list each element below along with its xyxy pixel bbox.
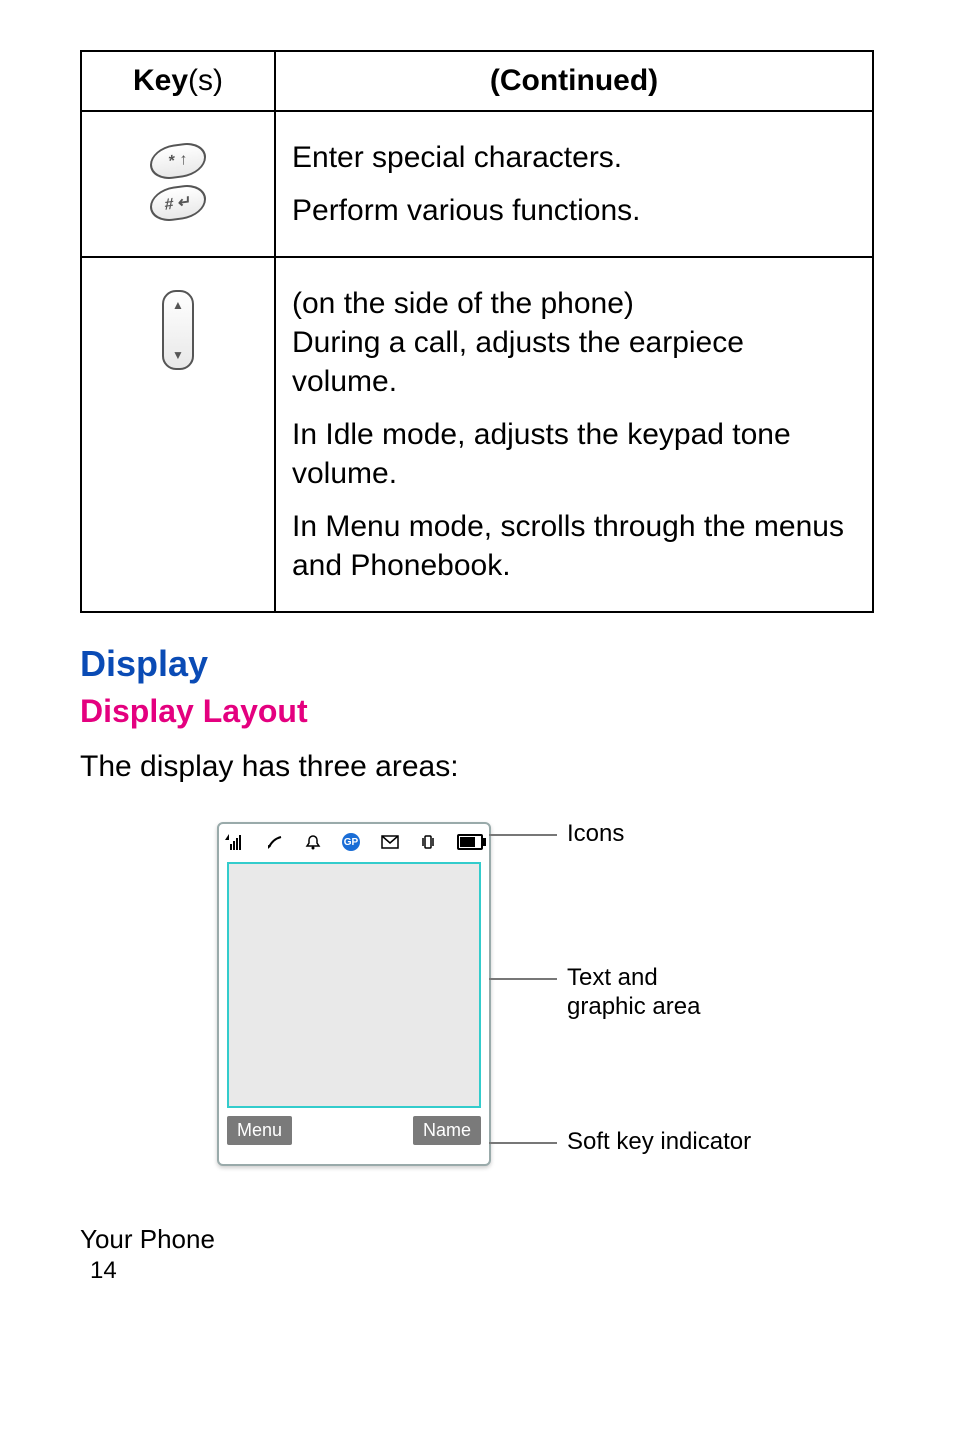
chevron-down-icon: ▼ (172, 348, 184, 362)
alarm-icon (305, 834, 321, 850)
desc-text: In Menu mode, scrolls through the menus … (292, 507, 856, 585)
header-key-paren: (s) (188, 64, 223, 97)
table-header-row: Key(s) (Continued) (81, 51, 873, 111)
desc-text: (on the side of the phone) During a call… (292, 284, 856, 401)
manual-page: Key(s) (Continued) * ↑ # ↵ Enter special… (0, 0, 954, 1315)
desc-text: Enter special characters. (292, 138, 856, 177)
desc-cell-star-hash: Enter special characters. Perform variou… (275, 111, 873, 257)
key-cell-star-hash: * ↑ # ↵ (81, 111, 275, 257)
header-continued: (Continued) (275, 51, 873, 111)
message-icon (381, 835, 399, 849)
key-icons-group: * ↑ # ↵ (98, 144, 258, 220)
intro-text: The display has three areas: (80, 750, 874, 784)
status-icon-row: GP (219, 824, 489, 860)
header-key: Key(s) (81, 51, 275, 111)
battery-icon (457, 834, 483, 850)
lead-line (489, 834, 557, 836)
gprs-icon: GP (342, 833, 360, 851)
page-number: 14 (90, 1257, 874, 1285)
softkey-row: Menu Name (219, 1110, 489, 1151)
key-icons-group: ▲ ▼ (98, 290, 258, 370)
lead-line (489, 978, 557, 980)
softkey-left: Menu (227, 1116, 292, 1145)
header-key-bold: Key (133, 64, 188, 97)
page-footer: Your Phone 14 (80, 1224, 874, 1285)
lead-line (489, 1142, 557, 1144)
desc-text: In Idle mode, adjusts the keypad tone vo… (292, 415, 856, 493)
table-row: * ↑ # ↵ Enter special characters. Perfor… (81, 111, 873, 257)
hash-key-icon: # ↵ (150, 182, 206, 224)
text-graphic-area (227, 862, 481, 1108)
call-divert-icon (266, 834, 284, 850)
chevron-up-icon: ▲ (172, 298, 184, 312)
table-row: ▲ ▼ (on the side of the phone) During a … (81, 257, 873, 612)
vibrate-icon (420, 834, 436, 850)
label-icons: Icons (567, 820, 624, 848)
section-name: Your Phone (80, 1224, 874, 1255)
key-cell-volume: ▲ ▼ (81, 257, 275, 612)
key-functions-table: Key(s) (Continued) * ↑ # ↵ Enter special… (80, 50, 874, 613)
volume-key-icon: ▲ ▼ (162, 290, 194, 370)
phone-screen-mock: GP Menu Name (217, 822, 491, 1166)
signal-icon (225, 834, 245, 850)
desc-cell-volume: (on the side of the phone) During a call… (275, 257, 873, 612)
desc-text: Perform various functions. (292, 191, 856, 230)
star-key-icon: * ↑ (150, 140, 206, 182)
softkey-right: Name (413, 1116, 481, 1145)
heading-display-layout: Display Layout (80, 693, 874, 730)
display-diagram: GP Menu Name (80, 814, 874, 1174)
label-text-area: Text and graphic area (567, 964, 700, 1022)
heading-display: Display (80, 643, 874, 685)
label-softkey: Soft key indicator (567, 1128, 751, 1156)
